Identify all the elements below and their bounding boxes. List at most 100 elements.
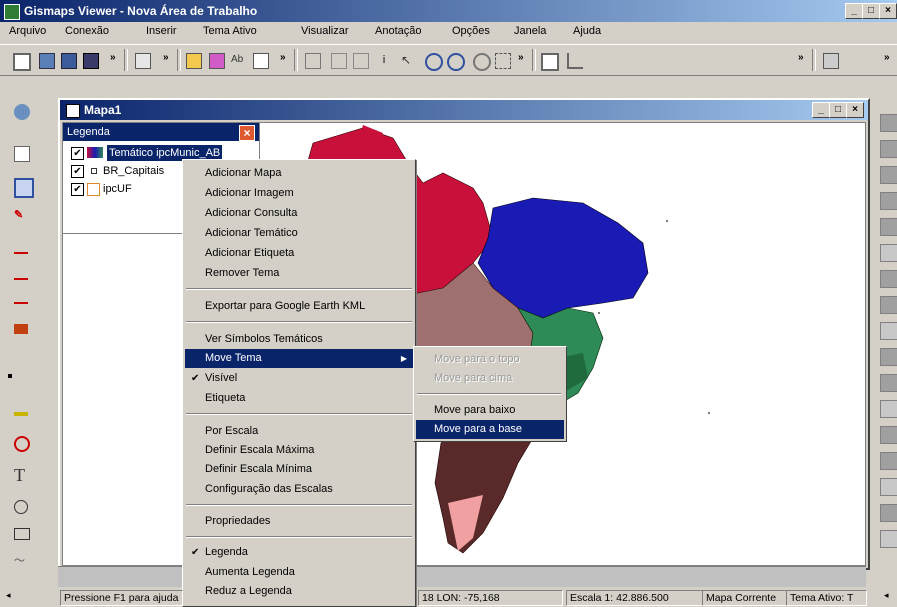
add-label-icon[interactable]: Ab [228, 50, 248, 70]
legend-checkbox[interactable]: ✔ [71, 183, 84, 196]
menu-item-aumenta-legenda[interactable]: Aumenta Legenda [185, 563, 413, 582]
menu-item-remover-tema[interactable]: Remover Tema [185, 264, 413, 283]
rectangle-tool-icon[interactable] [14, 528, 30, 540]
text-tool-icon[interactable]: T [14, 466, 36, 488]
menu-item-adicionar-etiqueta[interactable]: Adicionar Etiqueta [185, 244, 413, 263]
pan-icon[interactable] [470, 50, 491, 71]
menu-item-exportar-kml[interactable]: Exportar para Google Earth KML [185, 297, 413, 316]
right-tool-icon[interactable] [880, 452, 897, 470]
globe-icon[interactable] [14, 104, 30, 120]
map-horizontal-scrollbar[interactable] [58, 566, 866, 587]
right-tool-icon[interactable] [880, 504, 897, 522]
menu-item-move-tema[interactable]: Move Tema ▶ [185, 349, 413, 368]
right-tool-icon[interactable] [880, 296, 897, 314]
overflow-chevron-icon[interactable]: » [798, 52, 804, 63]
bar-chart-icon[interactable] [14, 324, 28, 334]
right-tool-icon[interactable] [880, 244, 897, 262]
print-preview-icon[interactable] [820, 50, 840, 70]
menu-item-config-escalas[interactable]: Configuração das Escalas [185, 480, 413, 499]
map-minimize-button[interactable]: _ [812, 102, 830, 118]
polyline-tool-icon[interactable]: 〜 [14, 552, 36, 574]
menu-tema-ativo[interactable]: Tema Ativo [203, 25, 257, 37]
table-icon[interactable] [328, 50, 348, 70]
maximize-button[interactable]: □ [862, 3, 880, 19]
menu-item-escala-minima[interactable]: Definir Escala Mínima [185, 460, 413, 479]
menu-opcoes[interactable]: Opções [452, 25, 490, 37]
menu-conexao[interactable]: Conexão [65, 25, 109, 37]
add-query-icon[interactable] [250, 50, 270, 70]
add-image-icon[interactable] [206, 50, 226, 70]
pointer-icon[interactable]: ↖ [398, 50, 418, 70]
menu-janela[interactable]: Janela [514, 25, 546, 37]
info-icon[interactable]: i [374, 50, 394, 70]
close-button[interactable]: × [879, 3, 897, 19]
overflow-chevron-icon[interactable]: » [518, 52, 524, 63]
new-view-icon[interactable] [538, 50, 559, 71]
select-tool-icon[interactable] [14, 146, 30, 162]
active-layer-icon[interactable] [14, 178, 34, 198]
right-tool-icon[interactable] [880, 114, 897, 132]
menu-item-adicionar-imagem[interactable]: Adicionar Imagem [185, 184, 413, 203]
right-tool-icon[interactable] [880, 322, 897, 340]
right-tool-icon[interactable] [880, 270, 897, 288]
menu-item-adicionar-tematico[interactable]: Adicionar Temático [185, 224, 413, 243]
first-record-icon[interactable] [302, 50, 322, 70]
legend-checkbox[interactable]: ✔ [71, 165, 84, 178]
print-icon[interactable] [80, 50, 100, 70]
menu-item-por-escala[interactable]: Por Escala [185, 422, 413, 441]
layer-icon[interactable] [132, 50, 152, 70]
line-chart-icon[interactable] [14, 246, 28, 254]
zoom-out-icon[interactable] [444, 50, 465, 71]
menu-inserir[interactable]: Inserir [146, 25, 177, 37]
status-right-arrow-icon[interactable]: ◂ [884, 590, 889, 601]
grid-icon[interactable] [350, 50, 370, 70]
menu-visualizar[interactable]: Visualizar [301, 25, 349, 37]
right-tool-icon[interactable] [880, 478, 897, 496]
line-chart-icon[interactable] [14, 272, 28, 280]
legend-close-button[interactable]: × [239, 125, 255, 141]
chart-icon[interactable] [564, 50, 584, 70]
menu-item-legenda[interactable]: ✔ Legenda [185, 543, 413, 562]
menu-item-etiqueta[interactable]: Etiqueta [185, 389, 413, 408]
overflow-chevron-icon[interactable]: » [110, 52, 116, 63]
right-tool-icon[interactable] [880, 140, 897, 158]
minimize-button[interactable]: _ [845, 3, 863, 19]
overflow-chevron-icon[interactable]: » [280, 52, 286, 63]
overflow-chevron-icon[interactable]: » [884, 52, 890, 63]
submenu-item-move-baixo[interactable]: Move para baixo [416, 401, 564, 420]
open-project-icon[interactable] [36, 50, 56, 70]
menu-arquivo[interactable]: Arquivo [9, 25, 46, 37]
menu-anotacao[interactable]: Anotação [375, 25, 421, 37]
overflow-chevron-icon[interactable]: » [163, 52, 169, 63]
right-tool-icon[interactable] [880, 218, 897, 236]
map-close-button[interactable]: × [846, 102, 864, 118]
zoom-in-icon[interactable] [422, 50, 443, 71]
legend-checkbox[interactable]: ✔ [71, 147, 84, 160]
right-tool-icon[interactable] [880, 192, 897, 210]
right-tool-icon[interactable] [880, 374, 897, 392]
circle-select-icon[interactable] [14, 436, 30, 452]
zoom-extent-icon[interactable] [492, 50, 512, 70]
menu-item-adicionar-consulta[interactable]: Adicionar Consulta [185, 204, 413, 223]
menu-item-escala-maxima[interactable]: Definir Escala Máxima [185, 441, 413, 460]
right-tool-icon[interactable] [880, 530, 897, 548]
right-tool-icon[interactable] [880, 166, 897, 184]
node-tool-icon[interactable]: ✎ [14, 208, 36, 230]
point-tool-icon[interactable] [8, 374, 12, 378]
line-chart-icon[interactable] [14, 296, 28, 304]
menu-item-ver-simbolos[interactable]: Ver Símbolos Temáticos [185, 330, 413, 349]
ruler-icon[interactable] [14, 412, 28, 416]
circle-tool-icon[interactable] [14, 500, 28, 514]
right-tool-icon[interactable] [880, 348, 897, 366]
menu-item-propriedades[interactable]: Propriedades [185, 512, 413, 531]
menu-item-adicionar-mapa[interactable]: Adicionar Mapa [185, 164, 413, 183]
map-maximize-button[interactable]: □ [829, 102, 847, 118]
menu-ajuda[interactable]: Ajuda [573, 25, 601, 37]
new-window-icon[interactable] [10, 50, 31, 71]
status-left-arrow-icon[interactable]: ◂ [6, 590, 11, 601]
menu-item-visivel[interactable]: ✔ Visível [185, 369, 413, 388]
submenu-item-move-base[interactable]: Move para a base [416, 420, 564, 439]
right-tool-icon[interactable] [880, 400, 897, 418]
save-project-icon[interactable] [58, 50, 78, 70]
right-tool-icon[interactable] [880, 426, 897, 444]
